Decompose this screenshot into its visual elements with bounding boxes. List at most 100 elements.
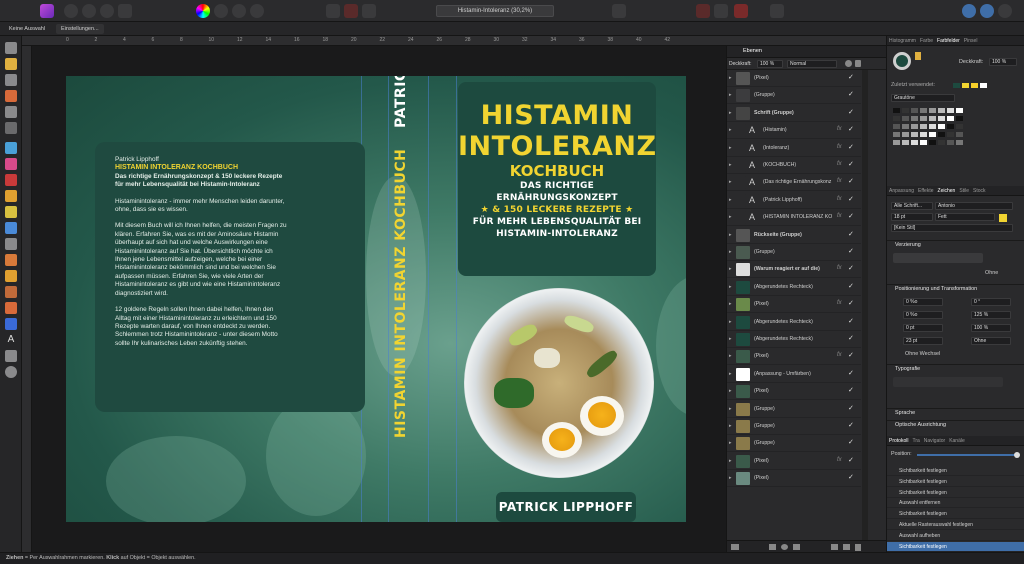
text-color-swatch[interactable] xyxy=(999,214,1007,222)
recent-color-swatch[interactable] xyxy=(980,83,987,88)
opacity-field[interactable]: 100 % xyxy=(757,60,783,68)
crop-tool-icon[interactable] xyxy=(5,74,17,86)
fx-icon[interactable]: fx xyxy=(837,457,842,463)
layer-row[interactable]: ▸ (Abgerundetes Rechteck) ✓ xyxy=(727,279,861,296)
palette-swatch[interactable] xyxy=(911,140,918,145)
palette-select[interactable]: Grautöne xyxy=(891,94,955,102)
view-tool-icon[interactable] xyxy=(5,58,17,70)
palette-swatch[interactable] xyxy=(902,116,909,121)
expand-arrow-icon[interactable]: ▸ xyxy=(729,75,732,81)
skew-field[interactable]: Ohne xyxy=(971,337,1011,345)
rectangle-tool-icon[interactable] xyxy=(5,318,17,330)
settings-button[interactable]: Einstellungen... xyxy=(56,24,104,34)
expand-arrow-icon[interactable]: ▸ xyxy=(729,232,732,238)
history-slider-knob[interactable] xyxy=(1014,452,1020,458)
expand-arrow-icon[interactable]: ▸ xyxy=(729,145,732,151)
selection-mode-icon[interactable] xyxy=(344,4,358,18)
layer-row[interactable]: ▸ (Gruppe) ✓ xyxy=(727,435,861,453)
visibility-checkbox[interactable]: ✓ xyxy=(848,125,854,133)
palette-swatch[interactable] xyxy=(938,140,945,145)
recent-color-swatch[interactable] xyxy=(953,83,960,88)
recent-color-swatch[interactable] xyxy=(971,83,978,88)
expand-arrow-icon[interactable]: ▸ xyxy=(729,353,732,359)
settings-icon[interactable] xyxy=(845,60,852,67)
smudge-tool-icon[interactable] xyxy=(5,254,17,266)
palette-swatch[interactable] xyxy=(956,132,963,137)
palette-swatch[interactable] xyxy=(911,124,918,129)
palette-swatch[interactable] xyxy=(893,140,900,145)
tab-history[interactable]: Protokoll xyxy=(887,436,910,446)
add-layer-icon[interactable] xyxy=(831,544,838,550)
expand-arrow-icon[interactable]: ▸ xyxy=(729,214,732,220)
palette-swatch[interactable] xyxy=(929,116,936,121)
palette-swatch[interactable] xyxy=(956,124,963,129)
retouch-tool-icon[interactable] xyxy=(5,222,17,234)
share-icon[interactable] xyxy=(980,4,994,18)
palette-swatch[interactable] xyxy=(893,132,900,137)
persona-photo-icon[interactable] xyxy=(64,4,78,18)
front-title-box[interactable]: HISTAMIN INTOLERANZ KOCHBUCH DAS RICHTIG… xyxy=(458,82,656,276)
horizontal-scale-field[interactable]: 100 % xyxy=(971,324,1011,332)
layer-row[interactable]: ▸ (Gruppe) ✓ xyxy=(727,418,861,435)
expand-arrow-icon[interactable]: ▸ xyxy=(729,475,732,481)
layer-row[interactable]: ▸ A (Das richtige Ernährungskonz fx ✓ xyxy=(727,174,861,192)
palette-swatch[interactable] xyxy=(938,124,945,129)
layer-row[interactable]: ▸ (Pixel) ✓ xyxy=(727,383,861,401)
palette-swatch[interactable] xyxy=(947,108,954,113)
layer-row[interactable]: ▸ Schrift (Gruppe) ✓ xyxy=(727,105,861,122)
layer-row[interactable]: ▸ (Pixel) ✓ xyxy=(727,470,861,488)
spine-text[interactable]: HISTAMIN INTOLERANZ KOCHBUCH PATRICK LIP… xyxy=(393,76,409,438)
section-decoration[interactable]: Verzierung xyxy=(887,240,1024,249)
expand-arrow-icon[interactable]: ▸ xyxy=(729,127,732,133)
tab-adjustment[interactable]: Anpassung xyxy=(887,186,916,196)
visibility-checkbox[interactable]: ✓ xyxy=(848,195,854,203)
layer-row[interactable]: ▸ A (Histamin) fx ✓ xyxy=(727,122,861,140)
expand-arrow-icon[interactable]: ▸ xyxy=(729,388,732,394)
kerning-field[interactable]: 0 %o xyxy=(903,311,943,319)
tab-color[interactable]: Farbe xyxy=(918,36,935,46)
document-title[interactable]: Histamin-Intoleranz (30,2%) xyxy=(436,5,554,17)
levels-icon[interactable] xyxy=(214,4,228,18)
history-item[interactable]: Auswahl entfernen xyxy=(887,498,1024,509)
canvas[interactable]: Patrick Lipphoff HISTAMIN INTOLERANZ KOC… xyxy=(32,46,726,552)
expand-arrow-icon[interactable]: ▸ xyxy=(729,406,732,412)
fx-icon[interactable]: fx xyxy=(837,352,842,358)
fx-icon[interactable]: fx xyxy=(837,196,842,202)
history-item[interactable]: Aktuelle Rasterauswahl festlegen xyxy=(887,520,1024,530)
history-item[interactable]: Sichtbarkeit festlegen xyxy=(887,477,1024,487)
snapping-magnet-icon[interactable] xyxy=(734,4,748,18)
book-cover[interactable]: Patrick Lipphoff HISTAMIN INTOLERANZ KOC… xyxy=(66,76,686,522)
align-icon[interactable] xyxy=(612,4,626,18)
palette-swatch[interactable] xyxy=(947,132,954,137)
palette-swatch[interactable] xyxy=(956,108,963,113)
hsl-icon[interactable] xyxy=(232,4,246,18)
visibility-checkbox[interactable]: ✓ xyxy=(848,282,854,290)
zoom-tool-icon[interactable] xyxy=(5,366,17,378)
move-tool-icon[interactable] xyxy=(5,42,17,54)
layer-row[interactable]: ▸ A (Intoleranz) fx ✓ xyxy=(727,140,861,157)
visibility-checkbox[interactable]: ✓ xyxy=(848,334,854,342)
layer-row[interactable]: ▸ (Pixel) ✓ xyxy=(727,70,861,87)
eyedropper-tool-icon[interactable] xyxy=(5,350,17,362)
visibility-checkbox[interactable]: ✓ xyxy=(848,438,854,446)
persona-develop-icon[interactable] xyxy=(100,4,114,18)
front-author-box[interactable]: PATRICK LIPPHOFF xyxy=(496,492,636,522)
layer-row[interactable]: ▸ (Gruppe) ✓ xyxy=(727,244,861,261)
color-wheel-icon[interactable] xyxy=(196,4,210,18)
expand-arrow-icon[interactable]: ▸ xyxy=(729,110,732,116)
layer-row[interactable]: ▸ (Warum reagiert er auf die) fx ✓ xyxy=(727,261,861,279)
palette-swatch[interactable] xyxy=(902,140,909,145)
fx-icon[interactable] xyxy=(793,544,800,550)
visibility-checkbox[interactable]: ✓ xyxy=(848,386,854,394)
visibility-checkbox[interactable]: ✓ xyxy=(848,212,854,220)
palette-swatch[interactable] xyxy=(902,108,909,113)
palette-swatch[interactable] xyxy=(956,116,963,121)
palette-swatch[interactable] xyxy=(938,116,945,121)
tab-transform[interactable]: Tra xyxy=(910,436,921,446)
blend-mode-select[interactable]: Normal xyxy=(787,60,837,68)
palette-swatch[interactable] xyxy=(893,116,900,121)
layer-row[interactable]: ▸ A (KOCHBUCH) fx ✓ xyxy=(727,157,861,174)
tab-effects[interactable]: Effekte xyxy=(916,186,935,196)
expand-arrow-icon[interactable]: ▸ xyxy=(729,284,732,290)
layer-row[interactable]: ▸ (Abgerundetes Rechteck) ✓ xyxy=(727,331,861,348)
